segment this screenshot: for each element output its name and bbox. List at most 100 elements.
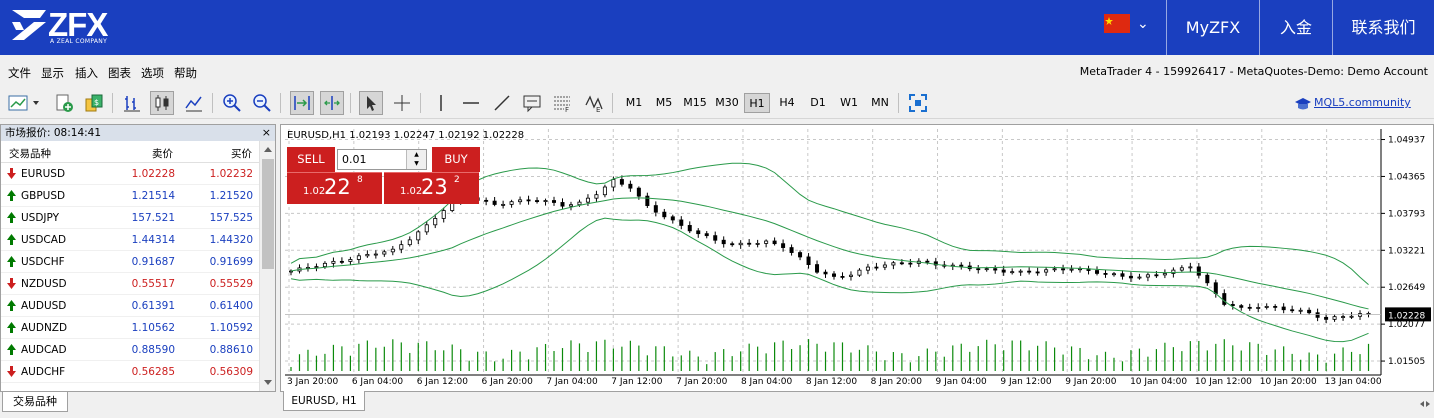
mql5-community-link[interactable]: MQL5.community bbox=[1314, 96, 1411, 109]
lot-size-input[interactable]: 0.01 ▲ ▼ bbox=[337, 149, 427, 170]
timeframe-h4[interactable]: H4 bbox=[775, 93, 799, 113]
elliott-button[interactable]: E bbox=[582, 91, 606, 115]
menu-bar: 文件 显示 插入 图表 选项 帮助 MetaTrader 4 - 1599264… bbox=[0, 60, 1434, 84]
menu-file[interactable]: 文件 bbox=[8, 65, 31, 81]
bull-candle bbox=[1349, 315, 1354, 318]
bull-candle bbox=[509, 201, 514, 205]
bear-candle bbox=[636, 187, 641, 197]
menu-insert[interactable]: 插入 bbox=[75, 65, 98, 81]
bull-candle bbox=[1137, 276, 1142, 279]
market-watch-scrollbar[interactable] bbox=[259, 141, 275, 391]
column-symbol[interactable]: 交易品种 bbox=[9, 146, 51, 161]
tab-symbols[interactable]: 交易品种 bbox=[2, 392, 68, 412]
timeframe-m1[interactable]: M1 bbox=[622, 93, 646, 113]
menu-view[interactable]: 显示 bbox=[41, 65, 64, 81]
vertical-line-button[interactable] bbox=[429, 91, 453, 115]
trendline-button[interactable] bbox=[490, 91, 514, 115]
market-watch-row[interactable]: AUDCHF 0.56285 0.56309 bbox=[1, 361, 259, 383]
bull-candle bbox=[1111, 273, 1116, 276]
timeframe-m15[interactable]: M15 bbox=[681, 93, 709, 113]
bear-candle bbox=[1247, 306, 1252, 309]
bear-candle bbox=[1035, 271, 1040, 274]
toolbar-divider bbox=[350, 93, 351, 113]
timeframe-m5[interactable]: M5 bbox=[652, 93, 676, 113]
crosshair-button[interactable] bbox=[390, 91, 414, 115]
bear-candle bbox=[721, 239, 726, 245]
toolbar-divider bbox=[112, 93, 113, 113]
auto-scroll-button[interactable] bbox=[290, 91, 314, 115]
bear-candle bbox=[1290, 309, 1295, 312]
scroll-down-icon[interactable] bbox=[260, 375, 276, 389]
timeframe-w1[interactable]: W1 bbox=[837, 93, 861, 113]
market-watch-row[interactable]: AUDNZD 1.10562 1.10592 bbox=[1, 317, 259, 339]
buy-button[interactable]: BUY bbox=[432, 147, 480, 172]
close-icon[interactable]: × bbox=[262, 125, 271, 141]
horizontal-line-button[interactable] bbox=[459, 91, 483, 115]
china-flag-icon[interactable] bbox=[1104, 14, 1130, 33]
zfx-logo[interactable]: ZFX A ZEAL COMPANY bbox=[10, 6, 130, 46]
auto-scroll-icon bbox=[294, 96, 310, 110]
tab-scroll-icon[interactable] bbox=[1418, 398, 1432, 410]
market-watch-row[interactable]: USDCHF 0.91687 0.91699 bbox=[1, 251, 259, 273]
sell-price-box[interactable]: 1.02 22 8 bbox=[287, 172, 382, 204]
new-order-button[interactable] bbox=[52, 91, 76, 115]
chart-shift-button[interactable] bbox=[320, 91, 344, 115]
menu-options[interactable]: 选项 bbox=[141, 65, 164, 81]
bid-price: 157.521 bbox=[131, 212, 175, 224]
market-watch-row[interactable]: AUDUSD 0.61391 0.61400 bbox=[1, 295, 259, 317]
ask-price: 157.525 bbox=[209, 212, 253, 224]
zoom-out-button[interactable] bbox=[250, 91, 274, 115]
stepper-down-icon[interactable]: ▼ bbox=[407, 159, 426, 168]
zoom-in-button[interactable] bbox=[220, 91, 244, 115]
lot-stepper[interactable]: ▲ ▼ bbox=[406, 150, 426, 169]
market-watch-row[interactable]: USDJPY 157.521 157.525 bbox=[1, 207, 259, 229]
timeframe-h1[interactable]: H1 bbox=[744, 93, 770, 113]
deposit-link[interactable]: 入金 bbox=[1260, 0, 1332, 55]
scroll-up-icon[interactable] bbox=[260, 143, 276, 157]
candlestick-button[interactable] bbox=[150, 91, 174, 115]
menu-help[interactable]: 帮助 bbox=[174, 65, 197, 81]
timeframe-d1[interactable]: D1 bbox=[806, 93, 830, 113]
market-watch-row[interactable]: USDCAD 1.44314 1.44320 bbox=[1, 229, 259, 251]
x-axis-tick-label: 7 Jan 04:00 bbox=[546, 377, 598, 387]
line-chart-icon bbox=[185, 96, 202, 112]
symbol-name: GBPUSD bbox=[21, 190, 66, 202]
bear-candle bbox=[1128, 275, 1133, 279]
bull-candle bbox=[738, 242, 743, 246]
bar-chart-button[interactable] bbox=[120, 91, 144, 115]
line-chart-button[interactable] bbox=[182, 91, 206, 115]
buy-price-prefix: 1.02 bbox=[400, 186, 423, 197]
scrollbar-thumb[interactable] bbox=[262, 159, 274, 269]
menu-charts[interactable]: 图表 bbox=[108, 65, 131, 81]
timeframe-m30[interactable]: M30 bbox=[713, 93, 741, 113]
stepper-up-icon[interactable]: ▲ bbox=[407, 150, 426, 159]
column-ask[interactable]: 买价 bbox=[231, 146, 252, 161]
text-label-button[interactable] bbox=[520, 91, 544, 115]
buy-price-fraction: 2 bbox=[454, 175, 460, 185]
new-chart-button[interactable] bbox=[6, 91, 42, 115]
myzfx-link[interactable]: MyZFX bbox=[1167, 0, 1259, 55]
sell-button[interactable]: SELL bbox=[287, 147, 335, 172]
bear-candle bbox=[653, 205, 658, 213]
market-watch-row[interactable]: GBPUSD 1.21514 1.21520 bbox=[1, 185, 259, 207]
buy-price-box[interactable]: 1.02 23 2 bbox=[384, 172, 479, 204]
fibonacci-button[interactable]: F bbox=[550, 91, 574, 115]
chevron-down-icon[interactable]: ⌄ bbox=[1137, 16, 1149, 32]
tab-eurusd-h1[interactable]: EURUSD, H1 bbox=[283, 391, 365, 411]
x-axis-tick-label: 9 Jan 20:00 bbox=[1065, 377, 1117, 387]
cursor-button[interactable] bbox=[359, 91, 383, 115]
ask-price: 1.21520 bbox=[209, 190, 253, 202]
bear-candle bbox=[1103, 273, 1108, 275]
toolbar-divider bbox=[612, 93, 613, 113]
market-watch-row[interactable]: EURUSD 1.02228 1.02232 bbox=[1, 163, 259, 185]
bull-candle bbox=[407, 239, 412, 246]
bull-candle bbox=[1069, 268, 1074, 271]
column-bid[interactable]: 卖价 bbox=[152, 146, 173, 161]
timeframe-mn[interactable]: MN bbox=[867, 93, 893, 113]
fullscreen-button[interactable] bbox=[906, 91, 930, 115]
bear-candle bbox=[789, 247, 794, 253]
contact-link[interactable]: 联系我们 bbox=[1333, 0, 1434, 55]
market-watch-row[interactable]: AUDCAD 0.88590 0.88610 bbox=[1, 339, 259, 361]
market-watch-button[interactable]: $ bbox=[82, 91, 106, 115]
market-watch-row[interactable]: NZDUSD 0.55517 0.55529 bbox=[1, 273, 259, 295]
